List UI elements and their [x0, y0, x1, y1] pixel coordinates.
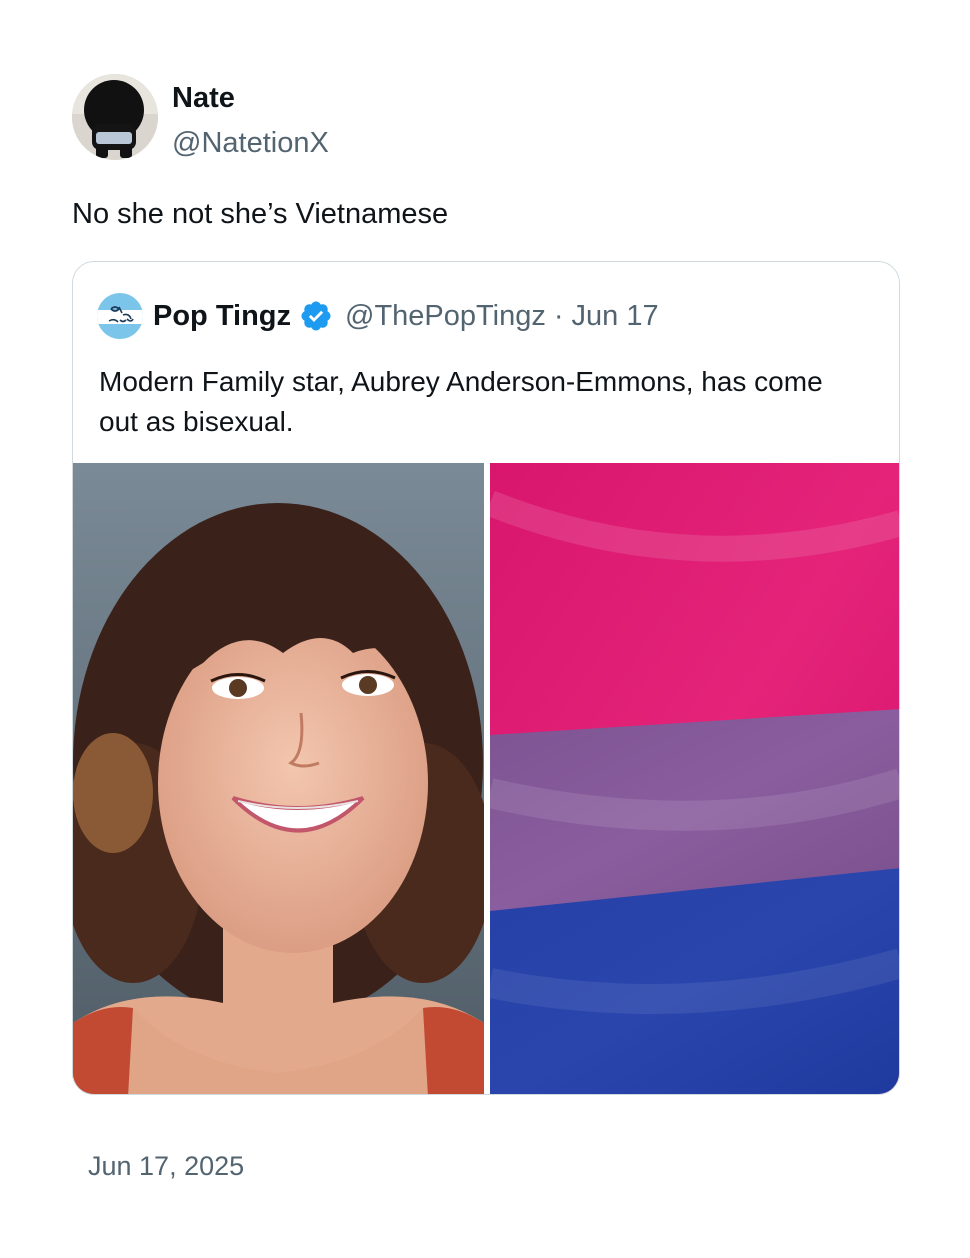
quoted-tweet-text: Modern Family star, Aubrey Anderson-Emmo… — [99, 366, 823, 437]
author-display-name[interactable]: Nate — [172, 80, 329, 116]
verified-badge-icon — [299, 299, 333, 333]
pop-tingz-logo-icon — [108, 306, 134, 323]
quoted-tweet-card[interactable]: Pop Tingz @ThePopTingz · Jun 17 Modern F… — [72, 261, 900, 1095]
bisexual-pride-flag-icon — [490, 463, 899, 1094]
quoted-tweet-media — [73, 463, 899, 1094]
author-row: Nate @NatetionX — [72, 74, 329, 162]
quoted-author-avatar[interactable] — [97, 293, 143, 339]
author-handle[interactable]: @NatetionX — [172, 124, 329, 162]
portrait-photo[interactable] — [73, 463, 484, 1094]
author-avatar[interactable] — [72, 74, 158, 160]
portrait-photo-icon — [73, 463, 484, 1094]
quoted-author-display-name[interactable]: Pop Tingz — [153, 298, 291, 334]
bisexual-flag-photo[interactable] — [490, 463, 899, 1094]
quoted-tweet-date[interactable]: Jun 17 — [572, 300, 659, 333]
author-names: Nate @NatetionX — [172, 80, 329, 162]
tweet-container: Nate @NatetionX No she not she’s Vietnam… — [0, 0, 970, 1258]
tweet-timestamp[interactable]: Jun 17, 2025 — [88, 1148, 244, 1184]
separator-dot: · — [553, 299, 564, 332]
profile-avatar-icon — [72, 74, 158, 160]
quoted-tweet-header: Pop Tingz @ThePopTingz · Jun 17 — [97, 293, 659, 339]
tweet-text: No she not she’s Vietnamese — [72, 198, 449, 230]
quoted-author-handle[interactable]: @ThePopTingz — [345, 298, 546, 334]
